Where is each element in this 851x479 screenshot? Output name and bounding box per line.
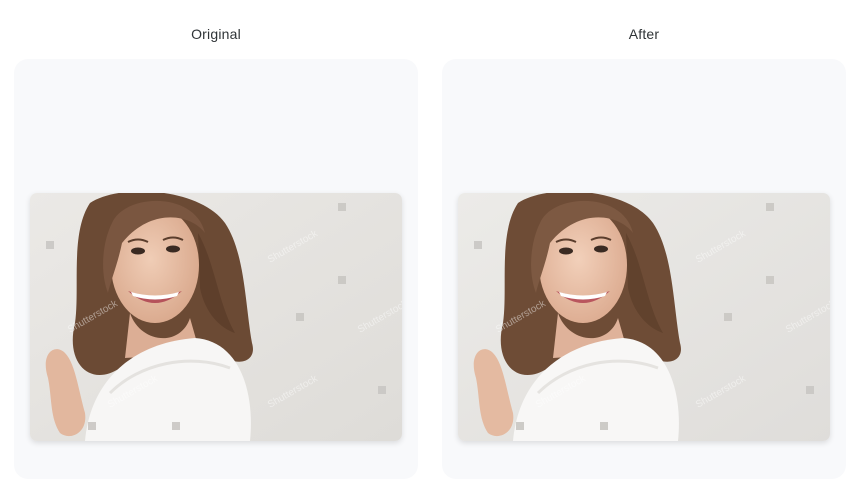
after-panel: Shutterstock Shutterstock Shutterstock S… bbox=[442, 59, 846, 479]
after-image: Shutterstock Shutterstock Shutterstock S… bbox=[458, 193, 830, 441]
portrait-illustration-enhanced: Shutterstock Shutterstock Shutterstock S… bbox=[458, 193, 830, 441]
original-panel: Shutterstock Shutterstock Shutterstock S… bbox=[14, 59, 418, 479]
original-label: Original bbox=[191, 26, 241, 42]
after-label: After bbox=[628, 26, 660, 42]
original-image: Shutterstock Shutterstock Shutterstock S… bbox=[30, 193, 402, 441]
portrait-illustration: Shutterstock Shutterstock Shutterstock S… bbox=[30, 193, 402, 441]
